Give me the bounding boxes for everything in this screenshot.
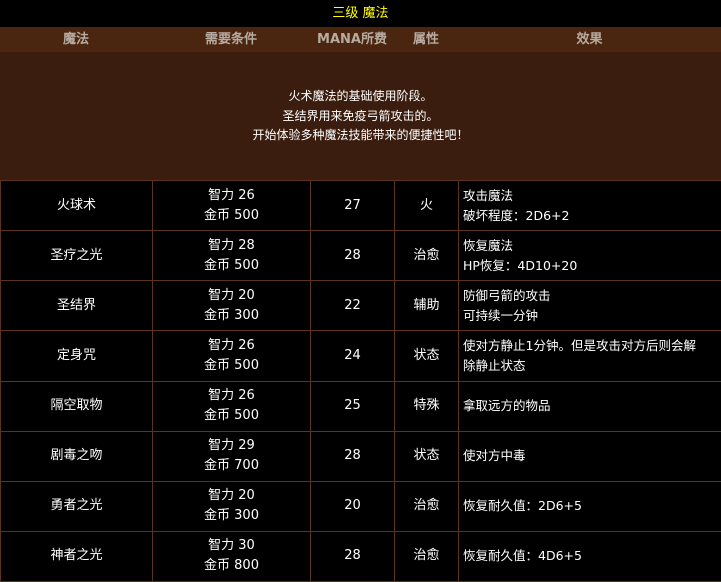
table-row: 火球术 智力 26 金币 500 27 火 攻击魔法破坏程度：2D6+2 [0,179,721,232]
spell-attribute: 治愈 [394,230,459,282]
spell-requirements: 智力 26 金币 500 [152,179,311,232]
effect-line: 破坏程度：2D6+2 [463,207,570,223]
spell-attribute: 状态 [394,330,459,382]
req-intelligence: 智力 20 [208,287,255,303]
req-gold: 金币 300 [204,307,259,323]
req-intelligence: 智力 20 [208,488,255,504]
table-row: 定身咒 智力 26 金币 500 24 状态 使对方静止1分钟。但是攻击对方后则会… [0,330,721,382]
spell-mana: 28 [310,530,395,582]
effect-line: 防御弓箭的攻击 [463,287,551,303]
effect-line: 攻击魔法 [463,187,514,203]
spell-name: 勇者之光 [0,480,153,532]
req-intelligence: 智力 29 [208,438,255,454]
spell-effect: 使对方中毒 [458,430,721,482]
effect-line: 除静止状态 [463,357,526,373]
magic-page: 三级 魔法 魔法 需要条件 MANA所费 属性 效果 火术魔法的基础使用阶段。 … [0,0,721,582]
spell-name: 剧毒之吻 [0,430,153,482]
req-gold: 金币 700 [204,458,259,474]
table-row: 神者之光 智力 30 金币 800 28 治愈 恢复耐久值：4D6+5 [0,530,721,582]
spell-mana: 24 [310,330,395,382]
spell-effect: 防御弓箭的攻击 可持续一分钟 [458,280,721,332]
header-effect: 效果 [576,32,603,47]
req-intelligence: 智力 26 [208,388,255,404]
effect-line: 恢复耐久值：2D6+5 [463,498,582,514]
req-intelligence: 智力 26 [208,337,255,353]
spell-attribute: 特殊 [394,380,459,432]
spell-requirements: 智力 20 金币 300 [152,480,311,532]
header-mana: MANA所费 [317,32,387,47]
effect-line: 使对方静止1分钟。但是攻击对方后则会解 [463,337,696,353]
spell-effect: 恢复耐久值：2D6+5 [458,480,721,532]
intro-line: 火术魔法的基础使用阶段。 [288,89,433,103]
table-row: 剧毒之吻 智力 29 金币 700 28 状态 使对方中毒 [0,430,721,482]
req-gold: 金币 500 [204,207,259,223]
spell-attribute: 火 [394,179,459,232]
req-intelligence: 智力 30 [208,538,255,554]
spell-mana: 28 [310,430,395,482]
spell-name: 定身咒 [0,330,153,382]
req-intelligence: 智力 28 [208,237,255,253]
spell-name: 火球术 [0,179,153,232]
spell-mana: 28 [310,230,395,282]
header-requirements: 需要条件 [204,32,257,47]
effect-line: 可持续一分钟 [463,307,539,323]
intro-line: 开始体验多种魔法技能带来的便捷性吧！ [252,128,469,142]
spell-requirements: 智力 26 金币 500 [152,330,311,382]
page-title: 三级 魔法 [0,0,721,27]
req-gold: 金币 500 [204,408,259,424]
spell-attribute: 治愈 [394,530,459,582]
table-row: 圣结界 智力 20 金币 300 22 辅助 防御弓箭的攻击 可持续一分钟 [0,280,721,332]
spell-name: 隔空取物 [0,380,153,432]
effect-line: 恢复魔法 [463,237,514,253]
effect-line: 恢复耐久值：4D6+5 [463,548,582,564]
table-row: 勇者之光 智力 20 金币 300 20 治愈 恢复耐久值：2D6+5 [0,480,721,532]
header-magic: 魔法 [62,32,89,47]
spell-requirements: 智力 26 金币 500 [152,380,311,432]
req-gold: 金币 300 [204,508,259,524]
spell-effect: 使对方静止1分钟。但是攻击对方后则会解 除静止状态 [458,330,721,382]
spell-name: 圣结界 [0,280,153,332]
spell-name: 神者之光 [0,530,153,582]
req-gold: 金币 500 [204,357,259,373]
effect-line: 使对方中毒 [463,448,526,464]
header-attribute: 属性 [412,32,439,47]
spell-mana: 27 [310,179,395,232]
effect-line: 拿取远方的物品 [463,398,551,414]
spell-effect: 攻击魔法破坏程度：2D6+2 [458,179,721,232]
spell-mana: 25 [310,380,395,432]
req-intelligence: 智力 26 [208,187,255,203]
effect-line: HP恢复：4D10+20 [463,257,578,273]
spell-name: 圣疗之光 [0,230,153,282]
spell-mana: 20 [310,480,395,532]
intro-panel: 火术魔法的基础使用阶段。 圣结界用来免疫弓箭攻击的。 开始体验多种魔法技能带来的… [0,52,721,180]
spell-effect: 恢复耐久值：4D6+5 [458,530,721,582]
spell-mana: 22 [310,280,395,332]
spell-requirements: 智力 29 金币 700 [152,430,311,482]
spell-table: 火球术 智力 26 金币 500 27 火 攻击魔法破坏程度：2D6+2 圣疗之光… [0,179,721,582]
intro-line: 圣结界用来免疫弓箭攻击的。 [282,108,439,123]
table-header: 魔法 需要条件 MANA所费 属性 效果 [0,27,721,52]
spell-attribute: 辅助 [394,280,459,332]
req-gold: 金币 500 [204,257,259,273]
spell-effect: 恢复魔法 HP恢复：4D10+20 [458,230,721,282]
spell-requirements: 智力 20 金币 300 [152,280,311,332]
table-row: 圣疗之光 智力 28 金币 500 28 治愈 恢复魔法 HP恢复：4D10+20 [0,230,721,282]
spell-requirements: 智力 30 金币 800 [152,530,311,582]
spell-effect: 拿取远方的物品 [458,380,721,432]
spell-attribute: 状态 [394,430,459,482]
table-row: 隔空取物 智力 26 金币 500 25 特殊 拿取远方的物品 [0,380,721,432]
req-gold: 金币 800 [204,558,259,574]
spell-attribute: 治愈 [394,480,459,532]
spell-requirements: 智力 28 金币 500 [152,230,311,282]
